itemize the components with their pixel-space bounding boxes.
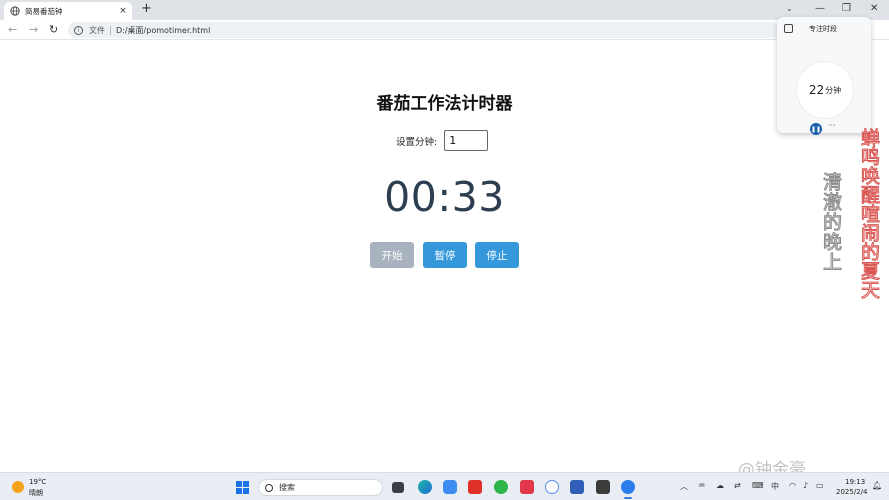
page-title: 番茄工作法计时器	[376, 94, 513, 114]
vertical-calligraphy-1: 清澈的晚上	[820, 172, 843, 273]
wifi-icon[interactable]: ◠	[789, 481, 796, 490]
widget-pin-icon[interactable]	[784, 24, 793, 33]
url-separator	[110, 25, 111, 35]
globe-icon	[10, 6, 20, 16]
info-icon[interactable]: i	[74, 25, 83, 35]
close-window-button[interactable]: ✕	[870, 3, 878, 14]
taskbar-search[interactable]: 搜索	[258, 479, 383, 496]
address-bar: ← → ↻ i 文件 D:/桌面/pomotimer.html	[0, 20, 889, 40]
notification-icon[interactable]: 🔔︎	[872, 481, 882, 490]
wechat-icon[interactable]	[494, 480, 508, 494]
windows-start-icon[interactable]	[236, 481, 249, 494]
sun-icon[interactable]	[12, 481, 24, 493]
clock-time[interactable]: 19:13	[845, 478, 865, 486]
search-placeholder: 搜索	[279, 483, 295, 492]
wps-icon[interactable]	[468, 480, 482, 494]
tray-app-icon[interactable]: ♒	[698, 481, 705, 490]
pause-button[interactable]: 暂停	[423, 242, 467, 268]
focus-minutes: 22	[808, 83, 825, 97]
back-button[interactable]: ←	[8, 23, 17, 36]
taskbar: 19°C 晴朗 搜索 ︿ ♒ ☁ ⇄ ⌨ 中 ◠ ♪ ▭ 19:13 2025/…	[0, 472, 889, 500]
browser-tab-bar: 简易番茄钟 × + ⌄ — ❐ ✕	[0, 0, 889, 20]
maximize-button[interactable]: ❐	[842, 3, 851, 14]
reload-button[interactable]: ↻	[49, 23, 58, 36]
tray-cloud-icon[interactable]: ☁	[716, 481, 724, 490]
vscode-icon[interactable]	[570, 480, 584, 494]
pause-icon[interactable]: ❚❚	[810, 123, 822, 135]
weather-desc[interactable]: 晴朗	[29, 488, 43, 498]
tray-sync-icon[interactable]: ⇄	[734, 481, 741, 490]
edge-icon[interactable]	[418, 480, 432, 494]
minutes-setting-row: 设置分钟:	[396, 130, 489, 151]
battery-icon[interactable]: ▭	[816, 481, 824, 490]
clock-date[interactable]: 2025/2/4	[836, 488, 867, 496]
volume-icon[interactable]: ♪	[803, 481, 808, 490]
tab-title: 简易番茄钟	[25, 6, 63, 16]
start-button[interactable]: 开始	[370, 242, 414, 268]
minimize-button[interactable]: —	[815, 3, 825, 14]
k-app-icon[interactable]	[545, 480, 559, 494]
minutes-input[interactable]	[444, 130, 489, 151]
forward-button[interactable]: →	[29, 23, 38, 36]
cloud-app-icon[interactable]	[443, 480, 457, 494]
weather-temp[interactable]: 19°C	[29, 478, 46, 486]
search-icon	[265, 483, 273, 492]
new-tab-button[interactable]: +	[141, 2, 152, 16]
url-omnibox[interactable]: i 文件 D:/桌面/pomotimer.html	[68, 22, 780, 38]
timer-display: 00:33	[384, 173, 505, 221]
focus-widget-title: 专注时段	[809, 25, 837, 33]
tray-keyboard-icon[interactable]: ⌨	[752, 481, 764, 490]
focus-session-widget[interactable]: 专注时段 22 分钟 ❚❚ ···	[777, 17, 871, 135]
tool-app-icon[interactable]	[596, 480, 610, 494]
more-icon[interactable]: ···	[828, 121, 836, 130]
focus-dial: 22 分钟	[797, 62, 853, 118]
ime-indicator[interactable]: 中	[771, 481, 779, 492]
tab-search-icon[interactable]: ⌄	[786, 4, 793, 13]
url-text[interactable]: D:/桌面/pomotimer.html	[116, 25, 210, 36]
focus-unit: 分钟	[825, 85, 842, 95]
browser-tab[interactable]: 简易番茄钟 ×	[4, 2, 132, 20]
tray-overflow-icon[interactable]: ︿	[680, 481, 688, 492]
vertical-calligraphy-2: 蝉鸣唤醒喧闹的夏天	[858, 128, 881, 300]
browser-app-icon[interactable]	[621, 480, 635, 499]
url-scheme-label: 文件	[89, 25, 105, 35]
task-view-icon[interactable]	[392, 482, 404, 493]
stop-button[interactable]: 停止	[475, 242, 519, 268]
tab-close-icon[interactable]: ×	[118, 6, 128, 16]
minutes-label: 设置分钟:	[396, 136, 438, 148]
netease-music-icon[interactable]	[520, 480, 534, 494]
